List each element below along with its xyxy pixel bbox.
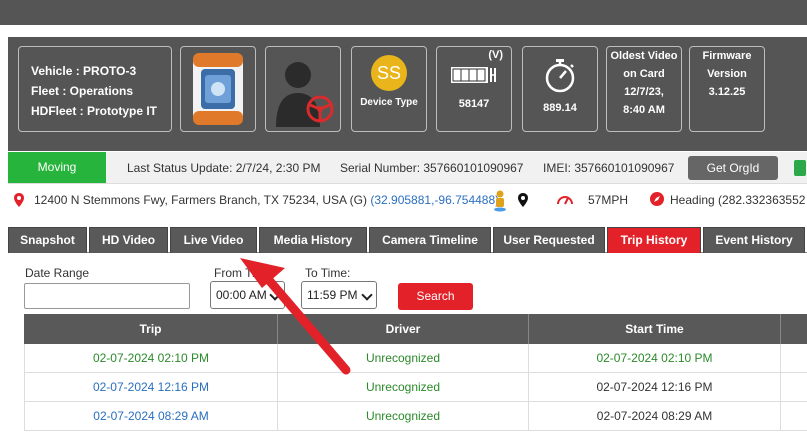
driver-cell: Unrecognized bbox=[278, 373, 529, 402]
trip-cell[interactable]: 02-07-2024 12:16 PM bbox=[25, 373, 278, 402]
hdfleet-name: HDFleet : Prototype IT bbox=[31, 104, 158, 118]
firmware-tile: Firmware Version 3.12.25 bbox=[689, 46, 765, 132]
tab-user-requested[interactable]: User Requested bbox=[493, 227, 605, 253]
odometer-value: 58147 bbox=[458, 98, 490, 110]
stopwatch-icon bbox=[545, 59, 575, 93]
tab-hd-video[interactable]: HD Video bbox=[89, 227, 168, 253]
start-time-cell: 02-07-2024 08:29 AM bbox=[529, 402, 781, 431]
oldest-video-line-1: Oldest Video bbox=[610, 50, 678, 62]
to-time-select[interactable]: 11:59 PM bbox=[301, 281, 377, 309]
map-pin-icon bbox=[14, 193, 24, 207]
fleet-name: Fleet : Operations bbox=[31, 84, 134, 98]
compass-icon bbox=[650, 192, 664, 206]
search-button[interactable]: Search bbox=[398, 283, 473, 310]
table-row[interactable]: 02-07-2024 02:10 PM Unrecognized 02-07-2… bbox=[24, 344, 807, 373]
serial-number: Serial Number: 357660101090967 bbox=[340, 161, 524, 175]
vehicle-name: Vehicle : PROTO-3 bbox=[31, 64, 137, 78]
column-header-start-time[interactable]: Start Time bbox=[529, 314, 781, 344]
oldest-video-line-2: on Card bbox=[623, 68, 665, 80]
speed-value: 57MPH bbox=[588, 193, 629, 207]
imei-number: IMEI: 357660101090967 bbox=[543, 161, 675, 175]
engine-hours-tile: 889.14 bbox=[522, 46, 598, 132]
table-header-row: Trip Driver Start Time bbox=[24, 314, 807, 344]
driver-cell: Unrecognized bbox=[278, 402, 529, 431]
from-time-value: 00:00 AM bbox=[216, 288, 267, 302]
start-time-cell: 02-07-2024 12:16 PM bbox=[529, 373, 781, 402]
table-row[interactable]: 02-07-2024 08:29 AM Unrecognized 02-07-2… bbox=[24, 402, 807, 431]
from-time-label: From Time: bbox=[214, 266, 275, 280]
coordinates-link[interactable]: (32.905881,-96.754488) bbox=[370, 193, 499, 207]
status-bar: Moving Last Status Update: 2/7/24, 2:30 … bbox=[8, 152, 807, 184]
chevron-down-icon bbox=[269, 289, 281, 301]
tab-media-history[interactable]: Media History bbox=[259, 227, 367, 253]
get-orgid-button[interactable]: Get OrgId bbox=[688, 156, 778, 180]
tab-bar: Snapshot HD Video Live Video Media Histo… bbox=[8, 227, 807, 253]
start-time-cell: 02-07-2024 02:10 PM bbox=[529, 344, 781, 373]
address-line: 12400 N Stemmons Fwy, Farmers Branch, TX… bbox=[34, 193, 499, 207]
vehicle-image bbox=[193, 53, 243, 125]
odometer-unit: (V) bbox=[488, 49, 503, 61]
firmware-line-1: Firmware bbox=[702, 50, 752, 62]
speedometer-icon bbox=[557, 196, 573, 205]
to-time-value: 11:59 PM bbox=[307, 288, 358, 302]
oldest-video-line-4: 8:40 AM bbox=[623, 104, 665, 116]
vehicle-image-tile[interactable] bbox=[180, 46, 256, 132]
device-type-label: Device Type bbox=[360, 97, 418, 108]
driver-avatar-icon bbox=[276, 62, 334, 127]
trip-cell[interactable]: 02-07-2024 02:10 PM bbox=[25, 344, 278, 373]
chevron-down-icon bbox=[361, 289, 373, 301]
date-range-label: Date Range bbox=[25, 266, 90, 280]
column-header-trip[interactable]: Trip bbox=[24, 314, 278, 344]
moving-status-badge: Moving bbox=[8, 152, 106, 183]
tab-live-video[interactable]: Live Video bbox=[170, 227, 257, 253]
location-marker-icon[interactable] bbox=[518, 193, 528, 207]
tab-trip-history[interactable]: Trip History bbox=[607, 227, 701, 253]
location-row: 12400 N Stemmons Fwy, Farmers Branch, TX… bbox=[8, 186, 807, 214]
tab-snapshot[interactable]: Snapshot bbox=[8, 227, 87, 253]
vehicle-info-tile: Vehicle : PROTO-3 Fleet : Operations HDF… bbox=[18, 46, 172, 132]
last-status-update: Last Status Update: 2/7/24, 2:30 PM bbox=[127, 161, 321, 175]
device-initials-badge: SS bbox=[371, 55, 407, 91]
engine-hours-value: 889.14 bbox=[543, 102, 577, 114]
firmware-version: 3.12.25 bbox=[708, 86, 746, 98]
driver-cell: Unrecognized bbox=[278, 344, 529, 373]
oldest-video-line-3: 12/7/23, bbox=[624, 86, 664, 98]
street-view-icon[interactable] bbox=[493, 190, 507, 212]
trip-cell[interactable]: 02-07-2024 08:29 AM bbox=[25, 402, 278, 431]
driver-tile[interactable] bbox=[265, 46, 341, 132]
tab-event-history[interactable]: Event History bbox=[703, 227, 805, 253]
date-range-input[interactable] bbox=[24, 283, 190, 309]
heading-value: Heading (282.332363552 bbox=[670, 193, 806, 207]
column-header-driver[interactable]: Driver bbox=[278, 314, 529, 344]
sd-card-icon bbox=[794, 160, 806, 176]
to-time-label: To Time: bbox=[305, 266, 351, 280]
firmware-line-2: Version bbox=[707, 68, 747, 80]
device-type-tile[interactable]: SS Device Type bbox=[351, 46, 427, 132]
from-time-select[interactable]: 00:00 AM bbox=[210, 281, 285, 309]
table-row[interactable]: 02-07-2024 12:16 PM Unrecognized 02-07-2… bbox=[24, 373, 807, 402]
odometer-tile: (V) 58147 bbox=[436, 46, 512, 132]
odometer-icon bbox=[451, 67, 496, 83]
tab-camera-timeline[interactable]: Camera Timeline bbox=[369, 227, 491, 253]
address-text: 12400 N Stemmons Fwy, Farmers Branch, TX… bbox=[34, 193, 368, 207]
top-bar bbox=[0, 0, 807, 25]
oldest-video-tile: Oldest Video on Card 12/7/23, 8:40 AM bbox=[606, 46, 682, 132]
